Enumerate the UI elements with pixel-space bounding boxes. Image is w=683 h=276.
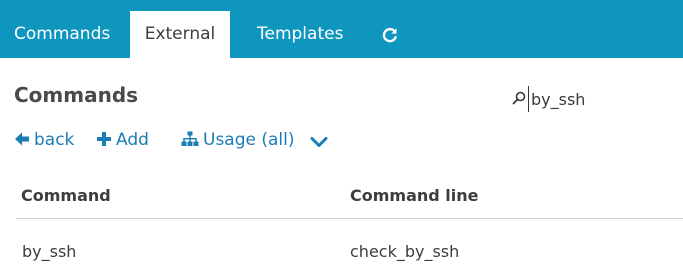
column-header-command[interactable]: Command (21, 186, 111, 205)
back-button[interactable]: back (14, 128, 74, 152)
tab-external[interactable]: External (130, 11, 230, 58)
plus-icon (97, 132, 111, 146)
usage-label: Usage (all) (203, 130, 295, 150)
search-icon (512, 91, 526, 105)
table-header-divider (16, 218, 683, 219)
tab-bar: Commands External Templates (0, 0, 683, 58)
usage-button[interactable]: Usage (all) (181, 128, 295, 152)
table-cell-command[interactable]: by_ssh (22, 242, 76, 261)
table-cell-command-line: check_by_ssh (350, 242, 460, 261)
add-label: Add (116, 130, 149, 150)
column-header-command-line[interactable]: Command line (350, 186, 479, 205)
chevron-down-icon (310, 137, 328, 147)
back-label: back (34, 130, 75, 150)
arrow-left-icon (15, 132, 29, 146)
refresh-icon (382, 27, 397, 43)
add-button[interactable]: Add (96, 128, 149, 152)
tab-templates[interactable]: Templates (244, 11, 354, 58)
refresh-button[interactable] (372, 11, 408, 58)
search-input[interactable] (528, 86, 671, 112)
sitemap-icon (181, 131, 199, 146)
more-actions-dropdown[interactable] (310, 130, 332, 154)
tab-commands[interactable]: Commands (0, 11, 130, 58)
search-box (512, 86, 672, 112)
page-title: Commands (14, 83, 139, 107)
